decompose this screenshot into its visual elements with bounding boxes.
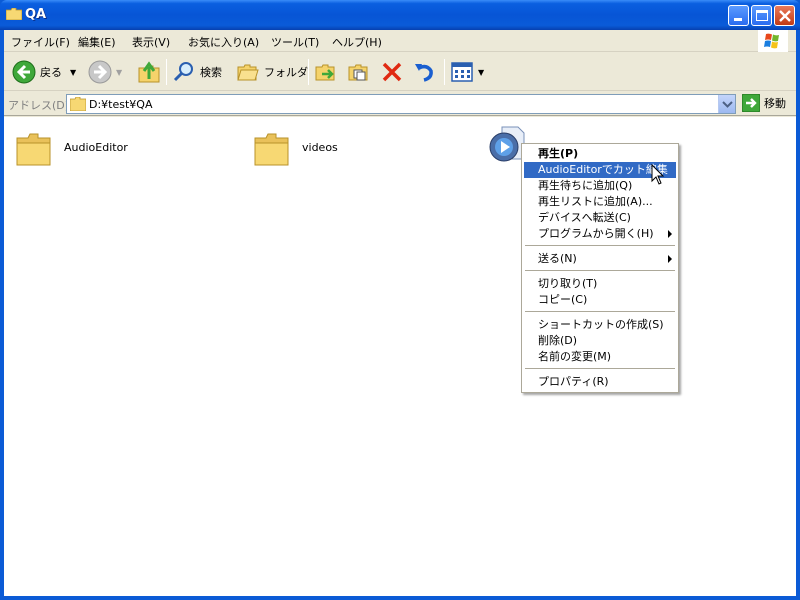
menu-file[interactable]: ファイル(F) bbox=[11, 34, 70, 50]
delete-x-icon bbox=[382, 62, 402, 82]
undo-icon bbox=[415, 64, 433, 82]
toolbar-separator bbox=[308, 59, 309, 85]
folders-label: フォルダ bbox=[264, 66, 308, 79]
menu-item-properties[interactable]: プロパティ(R) bbox=[524, 374, 676, 390]
menu-separator bbox=[525, 245, 675, 247]
menu-bar: ファイル(F) 編集(E) 表示(V) お気に入り(A) ツール(T) ヘルプ(… bbox=[4, 30, 796, 52]
standard-toolbar: 戻る ▼ ▼ 検索 フォルダ ▼ bbox=[4, 53, 796, 91]
menu-edit[interactable]: 編集(E) bbox=[78, 34, 116, 50]
menu-separator bbox=[525, 311, 675, 313]
submenu-arrow-icon bbox=[668, 255, 672, 263]
menu-separator bbox=[525, 270, 675, 272]
address-dropdown-button[interactable] bbox=[718, 95, 735, 113]
file-name: AudioEditor bbox=[64, 141, 128, 154]
menu-item-label: コピー(C) bbox=[538, 293, 588, 306]
menu-item-label: AudioEditorでカット編集 bbox=[538, 163, 668, 176]
move-to-button[interactable] bbox=[314, 59, 338, 85]
move-to-icon bbox=[315, 64, 335, 81]
back-button[interactable]: 戻る ▼ bbox=[12, 59, 76, 85]
menu-item-label: 送る(N) bbox=[538, 252, 577, 265]
menu-item-copy[interactable]: コピー(C) bbox=[524, 292, 676, 308]
minimize-icon bbox=[734, 18, 742, 21]
file-name: videos bbox=[302, 141, 338, 154]
toolbar-separator bbox=[444, 59, 445, 85]
menu-item-label: プロパティ(R) bbox=[538, 375, 609, 388]
menu-item-delete[interactable]: 削除(D) bbox=[524, 333, 676, 349]
up-folder-button[interactable] bbox=[136, 59, 162, 85]
copy-to-button[interactable] bbox=[347, 59, 371, 85]
folder-icon bbox=[254, 133, 289, 166]
address-label: アドレス(D) bbox=[8, 99, 70, 112]
folder-item-videos[interactable]: videos bbox=[254, 129, 414, 169]
menu-separator bbox=[525, 368, 675, 370]
back-label: 戻る bbox=[40, 66, 62, 79]
menu-item-rename[interactable]: 名前の変更(M) bbox=[524, 349, 676, 365]
title-bar[interactable]: QA bbox=[0, 0, 800, 30]
window-title: QA bbox=[25, 7, 47, 22]
minimize-button[interactable] bbox=[728, 5, 749, 26]
forward-arrow-icon bbox=[88, 60, 112, 84]
search-label: 検索 bbox=[200, 66, 222, 79]
views-button[interactable]: ▼ bbox=[450, 59, 484, 85]
menu-item-label: ショートカットの作成(S) bbox=[538, 318, 664, 331]
submenu-arrow-icon bbox=[668, 230, 672, 238]
copy-to-icon bbox=[348, 64, 368, 81]
menu-item-label: 再生(P) bbox=[538, 147, 579, 160]
menu-item-send-to[interactable]: 送る(N) bbox=[524, 251, 676, 267]
forward-button[interactable]: ▼ bbox=[88, 59, 122, 85]
address-bar: アドレス(D) D:¥test¥QA 移動 bbox=[4, 92, 796, 116]
chevron-down-icon bbox=[722, 101, 733, 108]
address-input[interactable]: D:¥test¥QA bbox=[66, 94, 736, 114]
menu-item-label: プログラムから開く(H) bbox=[538, 227, 654, 240]
folder-icon bbox=[6, 8, 22, 20]
mouse-cursor-hand-icon bbox=[651, 164, 665, 185]
menu-item-sync-to-device[interactable]: デバイスへ転送(C) bbox=[524, 210, 676, 226]
menu-item-label: 削除(D) bbox=[538, 334, 578, 347]
menu-tools[interactable]: ツール(T) bbox=[271, 34, 319, 50]
delete-button[interactable] bbox=[380, 59, 404, 85]
back-arrow-icon bbox=[12, 60, 36, 84]
views-dropdown-icon[interactable]: ▼ bbox=[478, 68, 484, 77]
search-icon bbox=[173, 62, 193, 82]
folders-button[interactable]: フォルダ bbox=[236, 59, 308, 85]
menu-item-label: 再生リストに追加(A)... bbox=[538, 195, 653, 208]
menu-item-add-to-playlist[interactable]: 再生リストに追加(A)... bbox=[524, 194, 676, 210]
menu-view[interactable]: 表示(V) bbox=[132, 34, 170, 50]
windows-logo-icon bbox=[758, 30, 788, 52]
forward-dropdown-icon[interactable]: ▼ bbox=[116, 68, 122, 77]
close-icon bbox=[779, 10, 791, 22]
undo-button[interactable] bbox=[412, 59, 436, 85]
folders-icon bbox=[237, 64, 259, 81]
menu-item-label: デバイスへ転送(C) bbox=[538, 211, 631, 224]
menu-help[interactable]: ヘルプ(H) bbox=[332, 34, 382, 50]
folder-item-audioeditor[interactable]: AudioEditor bbox=[16, 129, 176, 169]
maximize-icon bbox=[756, 10, 768, 21]
go-button[interactable]: 移動 bbox=[742, 94, 786, 112]
menu-item-label: 再生待ちに追加(Q) bbox=[538, 179, 633, 192]
address-value: D:¥test¥QA bbox=[89, 98, 153, 111]
go-arrow-icon bbox=[742, 94, 760, 112]
menu-item-cut[interactable]: 切り取り(T) bbox=[524, 276, 676, 292]
menu-favorites[interactable]: お気に入り(A) bbox=[188, 34, 259, 50]
menu-item-open-with[interactable]: プログラムから開く(H) bbox=[524, 226, 676, 242]
menu-item-play[interactable]: 再生(P) bbox=[524, 146, 676, 162]
folder-icon bbox=[70, 97, 86, 111]
menu-item-create-shortcut[interactable]: ショートカットの作成(S) bbox=[524, 317, 676, 333]
go-label: 移動 bbox=[764, 97, 786, 110]
up-folder-icon bbox=[138, 61, 160, 83]
menu-item-label: 切り取り(T) bbox=[538, 277, 598, 290]
back-dropdown-icon[interactable]: ▼ bbox=[70, 68, 76, 77]
toolbar-separator bbox=[166, 59, 167, 85]
folder-icon bbox=[16, 133, 51, 166]
close-button[interactable] bbox=[774, 5, 795, 26]
views-icon bbox=[451, 62, 473, 82]
search-button[interactable]: 検索 bbox=[172, 59, 222, 85]
menu-item-label: 名前の変更(M) bbox=[538, 350, 612, 363]
explorer-window: QA ファイル(F) 編集(E) 表示(V) お気に入り(A) ツール(T) ヘ… bbox=[0, 0, 800, 600]
maximize-button[interactable] bbox=[751, 5, 772, 26]
